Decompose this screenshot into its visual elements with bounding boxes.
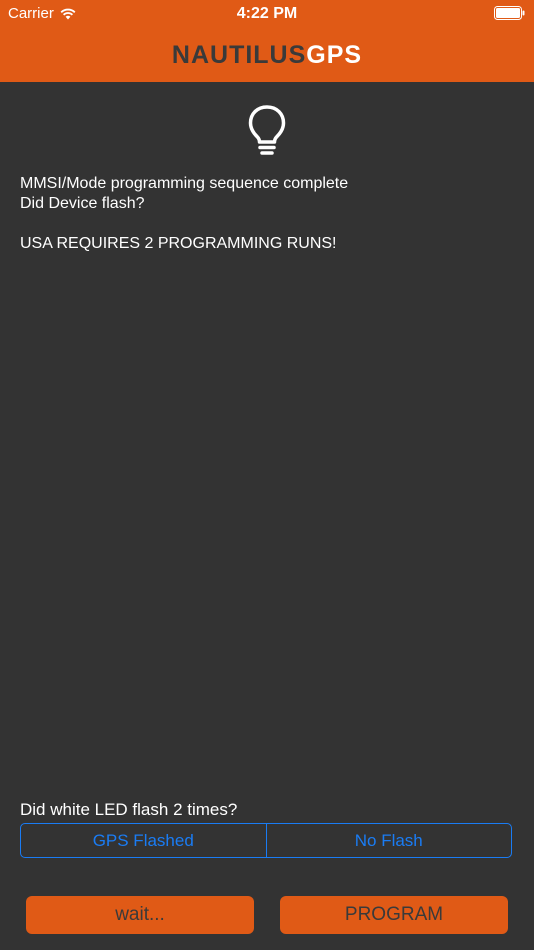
battery-icon (494, 6, 525, 20)
no-flash-option[interactable]: No Flash (265, 824, 512, 857)
lightbulb-icon (248, 105, 286, 155)
program-button[interactable]: PROGRAM (280, 896, 508, 934)
logo-nautilus: NAUTILUS (171, 41, 307, 69)
status-time: 4:22 PM (236, 5, 298, 22)
led-question: Did white LED flash 2 times? (20, 800, 238, 819)
status-bar: Carrier 4:22 PM (0, 0, 534, 28)
gps-flashed-option[interactable]: GPS Flashed (21, 824, 266, 857)
message-line: MMSI/Mode programming sequence complete (20, 175, 349, 192)
logo-gps: GPS (306, 41, 363, 69)
message-line (20, 214, 348, 234)
message-line: USA REQUIRES 2 PROGRAMMING RUNS! (20, 235, 337, 252)
wait-button[interactable]: wait... (26, 896, 254, 934)
status-message: MMSI/Mode programming sequence complete … (20, 174, 348, 254)
flash-result-control: GPS Flashed No Flash (20, 823, 512, 858)
message-line: Did Device flash? (20, 195, 145, 212)
app-logo: NAUTILUSGPS (0, 40, 534, 70)
